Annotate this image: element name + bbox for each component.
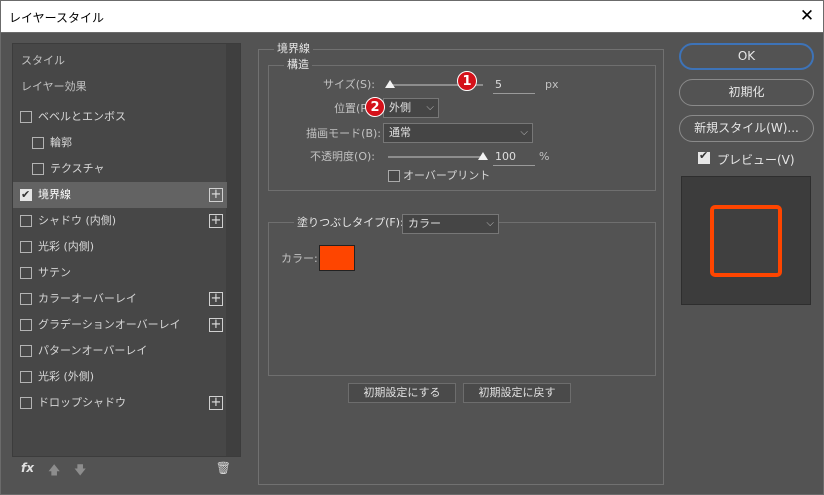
make-default-button[interactable]: 初期設定にする <box>348 383 456 403</box>
style-preview <box>681 176 811 305</box>
style-checkbox[interactable] <box>20 371 32 383</box>
style-list-item-label: パターンオーバーレイ <box>38 344 148 357</box>
style-list-item[interactable]: 光彩 (外側) <box>13 364 227 390</box>
styles-label: スタイル <box>21 54 65 67</box>
stroke-panel: 境界線 構造 サイズ(S): 5 px 位置(P): 外側 ⌵ 描画モード(B)… <box>258 42 664 485</box>
style-checkbox[interactable]: ✔ <box>20 188 32 201</box>
style-list-item-label: シャドウ (内側) <box>38 214 117 227</box>
check-icon: ✔ <box>699 149 709 162</box>
style-list-header-styles[interactable]: スタイル <box>13 48 227 74</box>
style-list-item-label: ベベルとエンボス <box>38 110 126 123</box>
preview-label: プレビュー(V) <box>717 153 795 167</box>
position-select[interactable]: 外側 ⌵ <box>383 98 439 118</box>
opacity-slider-track[interactable] <box>388 156 483 158</box>
style-checkbox[interactable] <box>20 111 32 123</box>
style-list-item[interactable]: テクスチャ <box>13 156 227 182</box>
preview-shape <box>710 205 782 277</box>
trash-icon[interactable]: 🗑 <box>216 461 231 475</box>
new-style-button[interactable]: 新規スタイル(W)... <box>679 115 814 142</box>
add-effect-icon[interactable]: + <box>209 318 223 332</box>
blend-mode-label: 描画モード(B): <box>306 127 381 140</box>
style-list-item[interactable]: 輪郭 <box>13 130 227 156</box>
close-icon[interactable]: ✕ <box>795 5 819 27</box>
style-list-item-label: 光彩 (内側) <box>38 240 95 253</box>
style-list-item-label: グラデーションオーバーレイ <box>38 318 181 331</box>
position-label: 位置(P): <box>334 102 375 115</box>
opacity-unit: % <box>539 150 550 163</box>
check-icon: ✔ <box>21 188 31 201</box>
add-effect-icon[interactable]: + <box>209 396 223 410</box>
stroke-color-swatch[interactable] <box>319 245 355 271</box>
style-checkbox[interactable] <box>20 319 32 331</box>
fill-type-select[interactable]: カラー ⌵ <box>402 214 499 234</box>
overprint-checkbox[interactable] <box>388 170 400 182</box>
style-checkbox[interactable] <box>32 137 44 149</box>
size-unit: px <box>545 78 559 91</box>
annotation-badge-1: 1 <box>457 71 477 91</box>
opacity-label: 不透明度(O): <box>310 150 375 163</box>
reset-button[interactable]: 初期化 <box>679 79 814 106</box>
structure-title: 構造 <box>284 58 312 71</box>
layer-effects-label: レイヤー効果 <box>21 80 87 93</box>
style-list-item-label: カラーオーバーレイ <box>38 292 137 305</box>
style-list-toolbar: fx 🡅 🡇 🗑 <box>12 457 241 483</box>
size-label: サイズ(S): <box>323 78 375 91</box>
blend-mode-value: 通常 <box>389 126 411 139</box>
style-checkbox[interactable] <box>20 241 32 253</box>
style-checkbox[interactable] <box>20 267 32 279</box>
overprint-label: オーバープリント <box>403 169 491 182</box>
style-list-item[interactable]: サテン <box>13 260 227 286</box>
opacity-input[interactable]: 100 <box>493 148 535 166</box>
style-checkbox[interactable] <box>20 293 32 305</box>
style-list-item[interactable]: シャドウ (内側) + <box>13 208 227 234</box>
preview-checkbox[interactable]: ✔ <box>698 149 710 164</box>
style-list: スタイル レイヤー効果 ベベルとエンボス 輪郭 テクスチャ ✔ 境界線 + シャドウ (内側… <box>12 43 241 457</box>
move-up-icon[interactable]: 🡅 <box>48 461 60 482</box>
style-list-item[interactable]: グラデーションオーバーレイ + <box>13 312 227 338</box>
add-effect-icon[interactable]: + <box>209 292 223 306</box>
title-bar: レイヤースタイル ✕ <box>0 0 824 32</box>
style-list-item[interactable]: ベベルとエンボス <box>13 104 227 130</box>
annotation-badge-2: 2 <box>365 97 385 117</box>
stroke-panel-title: 境界線 <box>274 42 313 55</box>
style-list-item[interactable]: ✔ 境界線 + <box>13 182 227 208</box>
blend-mode-select[interactable]: 通常 ⌵ <box>383 123 533 143</box>
style-list-item[interactable]: 光彩 (内側) <box>13 234 227 260</box>
dialog-body: スタイル レイヤー効果 ベベルとエンボス 輪郭 テクスチャ ✔ 境界線 + シャドウ (内側… <box>0 32 824 495</box>
window-title: レイヤースタイル <box>9 11 105 25</box>
style-list-header-effects[interactable]: レイヤー効果 <box>13 74 227 100</box>
fill-group: 塗りつぶしタイプ(F): カラー ⌵ カラー: <box>268 214 656 376</box>
style-list-item-label: ドロップシャドウ <box>38 396 126 409</box>
chevron-down-icon: ⌵ <box>486 218 494 229</box>
move-down-icon[interactable]: 🡇 <box>74 461 86 482</box>
position-value: 外側 <box>389 101 411 114</box>
style-list-item[interactable]: パターンオーバーレイ <box>13 338 227 364</box>
style-list-scrollbar[interactable] <box>226 44 240 456</box>
add-effect-icon[interactable]: + <box>209 188 223 202</box>
style-list-item-label: サテン <box>38 266 71 279</box>
style-list-item-label: テクスチャ <box>50 162 105 175</box>
opacity-slider-thumb[interactable] <box>478 152 488 160</box>
fill-type-value: カラー <box>408 217 441 230</box>
style-list-item-label: 境界線 <box>38 188 71 201</box>
size-input[interactable]: 5 <box>493 76 535 94</box>
style-list-item-label: 光彩 (外側) <box>38 370 95 383</box>
style-checkbox[interactable] <box>20 345 32 357</box>
chevron-down-icon: ⌵ <box>520 127 528 138</box>
ok-button[interactable]: OK <box>679 43 814 70</box>
chevron-down-icon: ⌵ <box>426 102 434 113</box>
color-label: カラー: <box>281 252 318 265</box>
style-checkbox[interactable] <box>20 215 32 227</box>
style-list-item-label: 輪郭 <box>50 136 72 149</box>
size-slider-thumb[interactable] <box>384 80 395 88</box>
reset-to-default-button[interactable]: 初期設定に戻す <box>463 383 571 403</box>
fill-type-label: 塗りつぶしタイプ(F): <box>294 216 408 229</box>
style-list-item[interactable]: ドロップシャドウ + <box>13 390 227 416</box>
style-checkbox[interactable] <box>32 163 44 175</box>
style-checkbox[interactable] <box>20 397 32 409</box>
add-effect-icon[interactable]: + <box>209 214 223 228</box>
style-list-item[interactable]: カラーオーバーレイ + <box>13 286 227 312</box>
fx-icon[interactable]: fx <box>21 461 34 475</box>
